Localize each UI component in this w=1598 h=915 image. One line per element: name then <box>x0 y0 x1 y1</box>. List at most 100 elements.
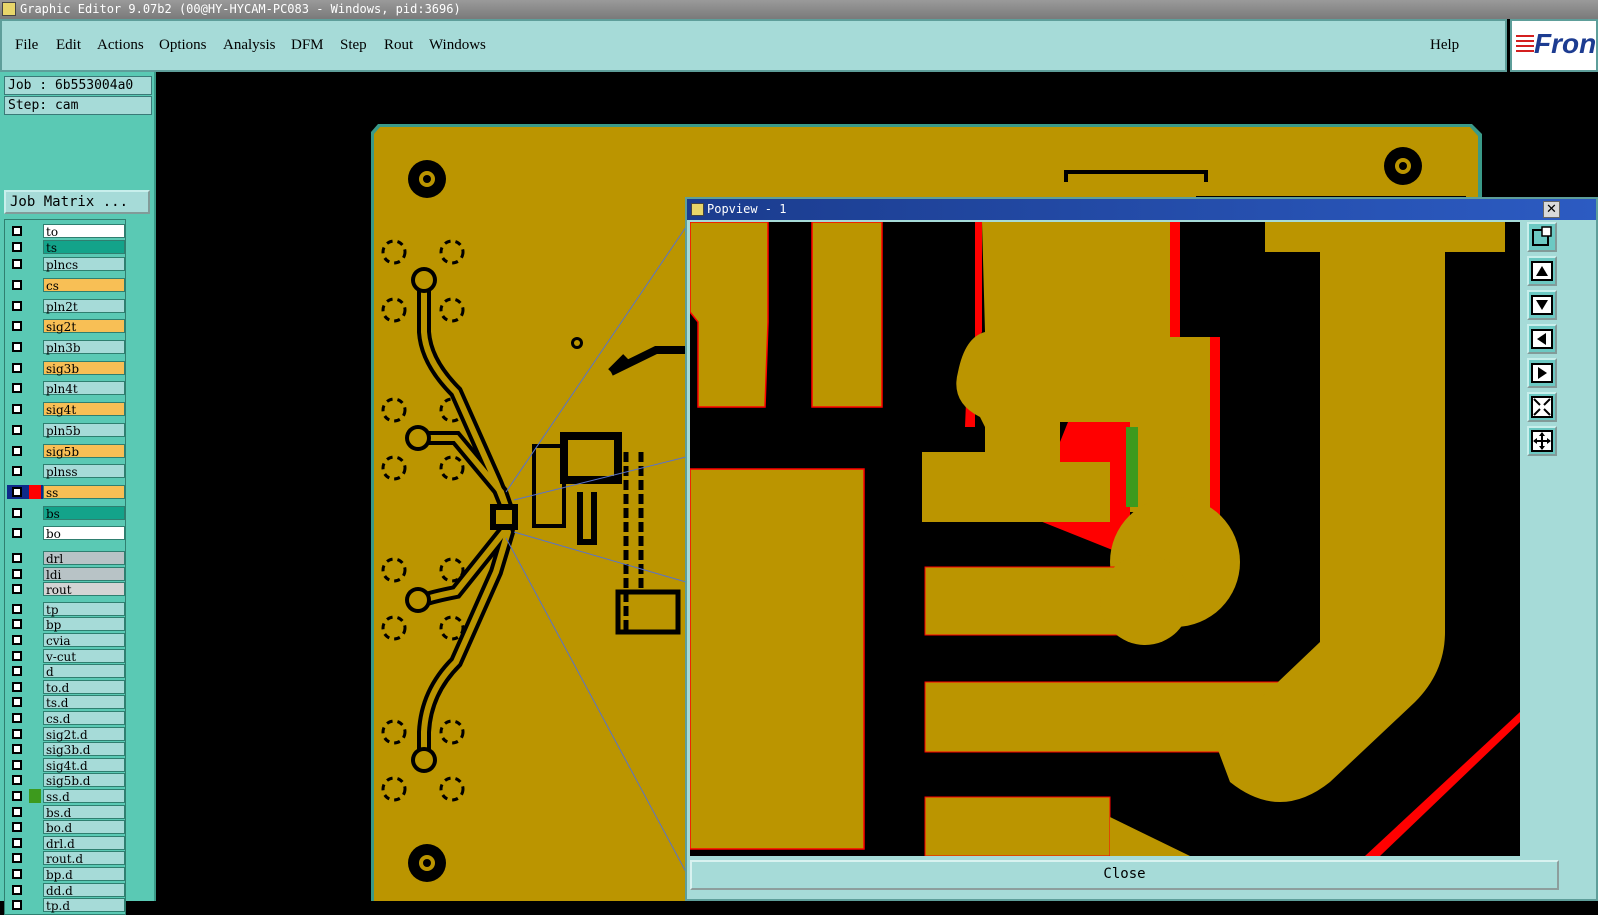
layer-name[interactable]: cvia <box>43 633 125 648</box>
layer-name[interactable]: bp <box>43 617 125 632</box>
layer-marker[interactable] <box>29 423 41 437</box>
layer-marker[interactable] <box>29 633 41 647</box>
layer-name[interactable]: bp.d <box>43 867 125 882</box>
zoom-home-icon[interactable] <box>1527 426 1557 456</box>
layer-name[interactable]: sig5b <box>43 443 125 459</box>
layer-row-bp-d[interactable]: bp.d <box>7 867 125 882</box>
layer-checkbox[interactable] <box>12 445 22 456</box>
job-matrix-button[interactable]: Job Matrix ... <box>4 190 150 214</box>
layer-name[interactable]: bo <box>43 526 125 541</box>
layer-checkbox[interactable] <box>12 869 22 879</box>
pan-left-icon[interactable] <box>1527 324 1557 354</box>
layer-marker[interactable] <box>29 299 41 313</box>
layer-name[interactable]: pln2t <box>43 298 125 314</box>
layer-name[interactable]: v-cut <box>43 648 125 664</box>
layer-name[interactable]: sig4t <box>43 402 125 417</box>
layer-row-sig3b-d[interactable]: sig3b.d <box>7 742 125 757</box>
layer-row-ts[interactable]: ts <box>7 239 125 255</box>
layer-marker[interactable] <box>29 851 41 865</box>
layer-row-sig2t[interactable]: sig2t <box>7 319 125 334</box>
layer-checkbox[interactable] <box>12 321 22 332</box>
layer-checkbox[interactable] <box>12 553 22 563</box>
layer-row-pln5b[interactable]: pln5b <box>7 422 125 438</box>
layer-marker[interactable] <box>29 257 41 271</box>
layer-marker[interactable] <box>29 567 41 581</box>
layer-marker[interactable] <box>29 617 41 631</box>
layer-checkbox[interactable] <box>12 900 22 911</box>
layer-name[interactable]: sig5b.d <box>43 773 125 788</box>
menu-step[interactable]: Step <box>340 37 367 54</box>
menu-file[interactable]: File <box>15 37 38 54</box>
layer-name[interactable]: rout <box>43 582 125 597</box>
layer-marker[interactable] <box>29 805 41 819</box>
popview-zoom-view[interactable] <box>690 222 1520 856</box>
layer-marker[interactable] <box>29 742 41 756</box>
layer-marker[interactable] <box>29 602 41 616</box>
close-icon[interactable]: ✕ <box>1543 201 1560 218</box>
layer-name[interactable]: sig2t.d <box>43 726 125 742</box>
layer-name[interactable]: plnss <box>43 464 125 479</box>
menu-edit[interactable]: Edit <box>56 37 81 54</box>
layer-row-sig5b-d[interactable]: sig5b.d <box>7 773 125 788</box>
layer-marker[interactable] <box>29 649 41 663</box>
layer-name[interactable]: to.d <box>43 679 125 695</box>
layer-marker[interactable] <box>29 898 41 912</box>
zoomed-copper-view[interactable] <box>690 222 1520 856</box>
layer-name[interactable]: d <box>43 664 125 679</box>
layer-checkbox[interactable] <box>12 528 22 539</box>
layer-checkbox[interactable] <box>12 635 22 645</box>
layer-row-rout[interactable]: rout <box>7 582 125 597</box>
menu-dfm[interactable]: DFM <box>291 37 324 54</box>
layer-name[interactable]: drl <box>43 551 125 566</box>
menu-analysis[interactable]: Analysis <box>223 37 276 54</box>
layer-checkbox[interactable] <box>12 759 22 770</box>
layer-checkbox[interactable] <box>12 822 22 833</box>
layer-marker[interactable] <box>29 526 41 540</box>
layer-checkbox[interactable] <box>12 853 22 864</box>
layer-row-plnss[interactable]: plnss <box>7 464 125 479</box>
layer-row-sig5b[interactable]: sig5b <box>7 443 125 459</box>
layer-marker[interactable] <box>29 664 41 678</box>
layer-checkbox[interactable] <box>12 507 22 518</box>
layer-name[interactable]: rout.d <box>43 851 125 866</box>
layer-row-cs[interactable]: cs <box>7 277 125 293</box>
layer-marker[interactable] <box>29 464 41 478</box>
layer-checkbox[interactable] <box>12 404 22 415</box>
layer-row-plncs[interactable]: plncs <box>7 257 125 272</box>
layer-name[interactable]: tp <box>43 601 125 617</box>
menu-actions[interactable]: Actions <box>97 37 144 54</box>
layer-name[interactable]: cs <box>43 277 125 293</box>
layer-checkbox[interactable] <box>12 744 22 755</box>
layer-marker[interactable] <box>29 381 41 395</box>
layer-name[interactable]: pln5b <box>43 422 125 438</box>
layer-row-drl[interactable]: drl <box>7 551 125 566</box>
layer-marker[interactable] <box>29 836 41 850</box>
layer-name[interactable]: ts <box>43 239 125 255</box>
layer-checkbox[interactable] <box>12 806 22 817</box>
zoom-window-icon[interactable] <box>1527 222 1557 252</box>
layer-row-d[interactable]: d <box>7 664 125 679</box>
pan-up-icon[interactable] <box>1527 256 1557 286</box>
layer-checkbox[interactable] <box>12 584 22 595</box>
layer-name[interactable]: bo.d <box>43 820 125 835</box>
layer-row-pln2t[interactable]: pln2t <box>7 298 125 314</box>
layer-row-bs-d[interactable]: bs.d <box>7 804 125 820</box>
layer-name[interactable]: ldi <box>43 566 125 582</box>
layer-row-pln4t[interactable]: pln4t <box>7 381 125 396</box>
layer-name[interactable]: dd.d <box>43 882 125 898</box>
layer-marker[interactable] <box>29 224 41 238</box>
layer-row-cs-d[interactable]: cs.d <box>7 711 125 726</box>
layer-checkbox[interactable] <box>12 650 22 661</box>
layer-checkbox[interactable] <box>12 603 22 614</box>
menu-windows[interactable]: Windows <box>429 37 486 54</box>
layer-row-rout-d[interactable]: rout.d <box>7 851 125 866</box>
layer-checkbox[interactable] <box>12 259 22 270</box>
layer-checkbox[interactable] <box>12 486 22 497</box>
layer-row-pln3b[interactable]: pln3b <box>7 340 125 355</box>
layer-marker[interactable] <box>29 695 41 709</box>
layer-marker[interactable] <box>29 680 41 694</box>
layer-name[interactable]: pln3b <box>43 340 125 355</box>
layer-checkbox[interactable] <box>12 241 22 252</box>
layer-row-to-d[interactable]: to.d <box>7 679 125 695</box>
pan-down-icon[interactable] <box>1527 290 1557 320</box>
